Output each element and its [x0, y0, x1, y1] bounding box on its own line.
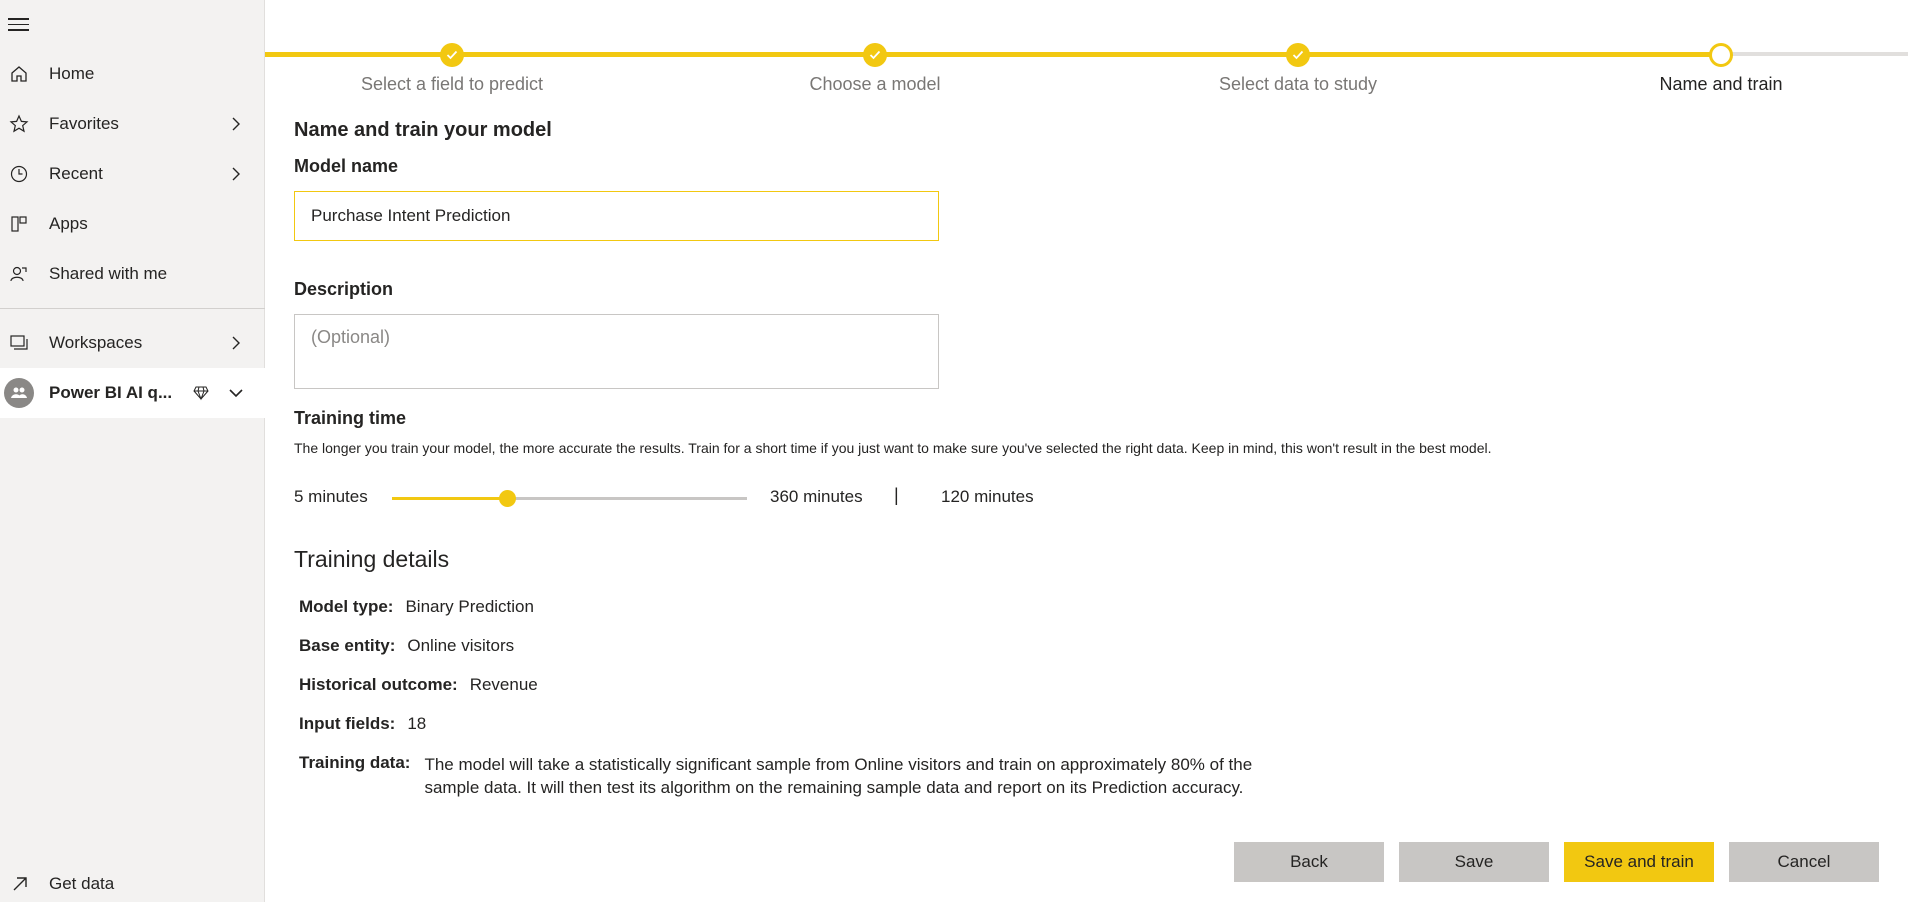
detail-key: Training data:	[299, 753, 411, 772]
chevron-right-icon[interactable]	[226, 164, 246, 184]
description-label: Description	[294, 279, 394, 299]
workspace-name: Power BI AI q...	[49, 383, 173, 402]
nav-item-favorites[interactable]: Favorites	[0, 99, 265, 149]
nav-item-label: Favorites	[49, 114, 119, 133]
detail-key: Model type:	[299, 597, 394, 616]
nav-item-current-workspace[interactable]: Power BI AI q...	[0, 368, 265, 418]
workspaces-icon	[8, 332, 30, 354]
detail-value: Online visitors	[407, 636, 515, 655]
wizard-stepper: Select a field to predict Choose a model…	[265, 0, 1908, 95]
workspace-avatar	[4, 378, 34, 408]
slider-current-value: 120 minutes	[941, 487, 1034, 506]
slider-fill	[392, 497, 507, 500]
model-name-label: Model name	[294, 156, 399, 176]
stepper-progress-bar	[265, 52, 1721, 57]
training-time-hint: The longer you train your model, the mor…	[294, 440, 1492, 456]
detail-value: Revenue	[469, 675, 538, 694]
get-data-link[interactable]: Get data	[0, 866, 265, 902]
detail-training-data: Training data: The model will take a sta…	[299, 753, 1299, 799]
detail-key: Base entity:	[299, 636, 396, 655]
apps-icon	[8, 213, 30, 235]
step-current-indicator	[1709, 43, 1733, 67]
step-label-current: Name and train	[1659, 74, 1783, 94]
slider-separator: |	[894, 485, 899, 505]
training-time-title: Training time	[294, 408, 407, 428]
nav-item-label: Home	[49, 64, 95, 83]
slider-thumb[interactable]	[499, 490, 516, 507]
home-icon	[8, 63, 30, 85]
step-label: Select a field to predict	[360, 74, 544, 94]
detail-model-type: Model type: Binary Prediction	[299, 597, 534, 617]
left-nav-pane: Home Favorites Recent Apps Shared with m…	[0, 0, 265, 902]
detail-value: 18	[407, 714, 427, 733]
stepper-remaining-track	[1721, 52, 1908, 56]
save-and-train-button[interactable]: Save and train	[1564, 842, 1714, 882]
arrow-up-right-icon	[10, 874, 30, 894]
nav-item-label: Shared with me	[49, 264, 168, 283]
detail-input-fields: Input fields: 18	[299, 714, 426, 734]
slider-min-label: 5 minutes	[294, 487, 368, 506]
detail-historical-outcome: Historical outcome: Revenue	[299, 675, 538, 695]
star-icon	[8, 113, 30, 135]
nav-item-label: Workspaces	[49, 333, 143, 352]
nav-item-home[interactable]: Home	[0, 49, 265, 99]
chevron-right-icon[interactable]	[226, 114, 246, 134]
clock-icon	[8, 163, 30, 185]
detail-key: Input fields:	[299, 714, 396, 733]
get-data-label: Get data	[49, 874, 115, 893]
chevron-down-icon[interactable]	[226, 383, 246, 403]
save-button[interactable]: Save	[1399, 842, 1549, 882]
premium-diamond-icon	[192, 384, 210, 402]
model-name-input[interactable]	[294, 191, 939, 241]
detail-value: Binary Prediction	[405, 597, 534, 616]
nav-item-label: Recent	[49, 164, 103, 183]
hamburger-menu-icon[interactable]	[8, 14, 30, 36]
nav-divider	[0, 308, 265, 309]
nav-item-recent[interactable]: Recent	[0, 149, 265, 199]
step-complete-check-icon	[1286, 43, 1310, 67]
shared-icon	[8, 263, 30, 285]
training-time-slider[interactable]	[392, 490, 747, 507]
cancel-button[interactable]: Cancel	[1729, 842, 1879, 882]
back-button[interactable]: Back	[1234, 842, 1384, 882]
step-label: Choose a model	[809, 74, 941, 94]
training-time-slider-row: 5 minutes 360 minutes | 120 minutes	[294, 483, 1194, 513]
detail-base-entity: Base entity: Online visitors	[299, 636, 514, 656]
step-complete-check-icon	[863, 43, 887, 67]
slider-max-label: 360 minutes	[770, 487, 863, 506]
step-label: Select data to study	[1218, 74, 1378, 94]
detail-value: The model will take a statistically sign…	[424, 755, 1253, 797]
page-heading: Name and train your model	[294, 119, 552, 141]
nav-item-label: Apps	[49, 214, 88, 233]
nav-item-workspaces[interactable]: Workspaces	[0, 318, 265, 368]
detail-key: Historical outcome:	[299, 675, 458, 694]
description-textarea[interactable]	[294, 314, 939, 389]
nav-item-shared-with-me[interactable]: Shared with me	[0, 249, 265, 299]
training-details-title: Training details	[294, 546, 450, 572]
step-complete-check-icon	[440, 43, 464, 67]
nav-item-apps[interactable]: Apps	[0, 199, 265, 249]
chevron-right-icon[interactable]	[226, 333, 246, 353]
